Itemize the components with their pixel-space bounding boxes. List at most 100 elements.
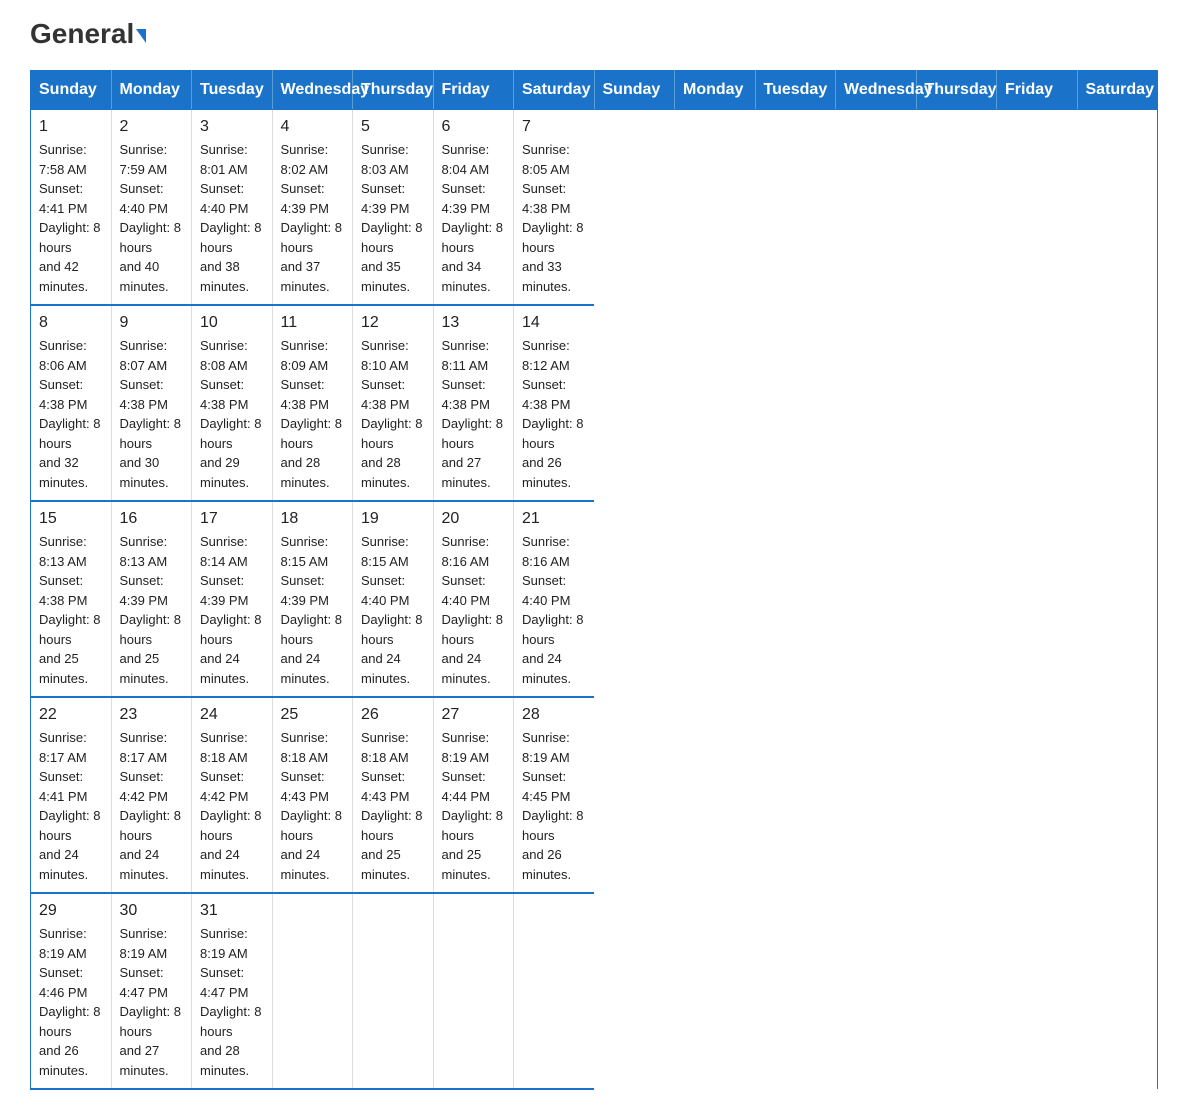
table-row: 30 Sunrise: 8:19 AMSunset: 4:47 PMDaylig…	[111, 893, 192, 1089]
day-info: Sunrise: 8:18 AMSunset: 4:43 PMDaylight:…	[361, 730, 422, 882]
table-row: 27 Sunrise: 8:19 AMSunset: 4:44 PMDaylig…	[433, 697, 514, 893]
day-info: Sunrise: 8:15 AMSunset: 4:39 PMDaylight:…	[281, 534, 342, 686]
day-info: Sunrise: 8:19 AMSunset: 4:47 PMDaylight:…	[200, 926, 261, 1078]
day-info: Sunrise: 8:12 AMSunset: 4:38 PMDaylight:…	[522, 338, 583, 490]
table-row: 20 Sunrise: 8:16 AMSunset: 4:40 PMDaylig…	[433, 501, 514, 697]
header-friday: Friday	[433, 71, 514, 110]
table-row: 2 Sunrise: 7:59 AMSunset: 4:40 PMDayligh…	[111, 110, 192, 306]
header-monday: Monday	[675, 71, 756, 110]
header-thursday: Thursday	[353, 71, 434, 110]
day-number: 12	[361, 314, 425, 332]
logo: General	[30, 20, 146, 50]
day-info: Sunrise: 8:10 AMSunset: 4:38 PMDaylight:…	[361, 338, 422, 490]
day-info: Sunrise: 8:01 AMSunset: 4:40 PMDaylight:…	[200, 142, 261, 294]
day-number: 9	[120, 314, 184, 332]
day-number: 27	[442, 706, 506, 724]
table-row	[353, 893, 434, 1089]
calendar-week-row: 15 Sunrise: 8:13 AMSunset: 4:38 PMDaylig…	[31, 501, 1158, 697]
table-row: 12 Sunrise: 8:10 AMSunset: 4:38 PMDaylig…	[353, 305, 434, 501]
day-number: 13	[442, 314, 506, 332]
table-row: 19 Sunrise: 8:15 AMSunset: 4:40 PMDaylig…	[353, 501, 434, 697]
day-number: 25	[281, 706, 345, 724]
table-row: 23 Sunrise: 8:17 AMSunset: 4:42 PMDaylig…	[111, 697, 192, 893]
day-number: 7	[522, 118, 586, 136]
day-number: 3	[200, 118, 264, 136]
header-tuesday: Tuesday	[192, 71, 273, 110]
table-row: 6 Sunrise: 8:04 AMSunset: 4:39 PMDayligh…	[433, 110, 514, 306]
table-row: 15 Sunrise: 8:13 AMSunset: 4:38 PMDaylig…	[31, 501, 112, 697]
day-info: Sunrise: 8:15 AMSunset: 4:40 PMDaylight:…	[361, 534, 422, 686]
day-number: 4	[281, 118, 345, 136]
day-info: Sunrise: 8:19 AMSunset: 4:46 PMDaylight:…	[39, 926, 100, 1078]
day-number: 23	[120, 706, 184, 724]
day-number: 16	[120, 510, 184, 528]
day-info: Sunrise: 8:04 AMSunset: 4:39 PMDaylight:…	[442, 142, 503, 294]
day-info: Sunrise: 8:11 AMSunset: 4:38 PMDaylight:…	[442, 338, 503, 490]
day-info: Sunrise: 8:08 AMSunset: 4:38 PMDaylight:…	[200, 338, 261, 490]
day-info: Sunrise: 8:06 AMSunset: 4:38 PMDaylight:…	[39, 338, 100, 490]
table-row: 13 Sunrise: 8:11 AMSunset: 4:38 PMDaylig…	[433, 305, 514, 501]
table-row: 8 Sunrise: 8:06 AMSunset: 4:38 PMDayligh…	[31, 305, 112, 501]
table-row: 7 Sunrise: 8:05 AMSunset: 4:38 PMDayligh…	[514, 110, 595, 306]
table-row: 22 Sunrise: 8:17 AMSunset: 4:41 PMDaylig…	[31, 697, 112, 893]
day-info: Sunrise: 8:17 AMSunset: 4:41 PMDaylight:…	[39, 730, 100, 882]
day-number: 26	[361, 706, 425, 724]
day-number: 31	[200, 902, 264, 920]
day-info: Sunrise: 8:18 AMSunset: 4:42 PMDaylight:…	[200, 730, 261, 882]
day-number: 24	[200, 706, 264, 724]
table-row: 17 Sunrise: 8:14 AMSunset: 4:39 PMDaylig…	[192, 501, 273, 697]
table-row: 14 Sunrise: 8:12 AMSunset: 4:38 PMDaylig…	[514, 305, 595, 501]
day-info: Sunrise: 8:03 AMSunset: 4:39 PMDaylight:…	[361, 142, 422, 294]
day-info: Sunrise: 8:16 AMSunset: 4:40 PMDaylight:…	[522, 534, 583, 686]
table-row: 29 Sunrise: 8:19 AMSunset: 4:46 PMDaylig…	[31, 893, 112, 1089]
day-number: 1	[39, 118, 103, 136]
day-number: 11	[281, 314, 345, 332]
header-sunday: Sunday	[594, 71, 675, 110]
table-row: 3 Sunrise: 8:01 AMSunset: 4:40 PMDayligh…	[192, 110, 273, 306]
header-monday: Monday	[111, 71, 192, 110]
table-row	[514, 893, 595, 1089]
table-row: 1 Sunrise: 7:58 AMSunset: 4:41 PMDayligh…	[31, 110, 112, 306]
table-row: 28 Sunrise: 8:19 AMSunset: 4:45 PMDaylig…	[514, 697, 595, 893]
calendar-week-row: 1 Sunrise: 7:58 AMSunset: 4:41 PMDayligh…	[31, 110, 1158, 306]
calendar-header-row: SundayMondayTuesdayWednesdayThursdayFrid…	[31, 71, 1158, 110]
calendar-table: SundayMondayTuesdayWednesdayThursdayFrid…	[30, 70, 1158, 1090]
day-number: 21	[522, 510, 586, 528]
day-info: Sunrise: 8:19 AMSunset: 4:44 PMDaylight:…	[442, 730, 503, 882]
day-info: Sunrise: 8:19 AMSunset: 4:47 PMDaylight:…	[120, 926, 181, 1078]
day-number: 19	[361, 510, 425, 528]
day-info: Sunrise: 8:17 AMSunset: 4:42 PMDaylight:…	[120, 730, 181, 882]
day-number: 28	[522, 706, 586, 724]
table-row: 4 Sunrise: 8:02 AMSunset: 4:39 PMDayligh…	[272, 110, 353, 306]
table-row: 9 Sunrise: 8:07 AMSunset: 4:38 PMDayligh…	[111, 305, 192, 501]
day-number: 8	[39, 314, 103, 332]
table-row: 26 Sunrise: 8:18 AMSunset: 4:43 PMDaylig…	[353, 697, 434, 893]
table-row: 21 Sunrise: 8:16 AMSunset: 4:40 PMDaylig…	[514, 501, 595, 697]
table-row: 5 Sunrise: 8:03 AMSunset: 4:39 PMDayligh…	[353, 110, 434, 306]
day-info: Sunrise: 8:19 AMSunset: 4:45 PMDaylight:…	[522, 730, 583, 882]
calendar-week-row: 29 Sunrise: 8:19 AMSunset: 4:46 PMDaylig…	[31, 893, 1158, 1089]
day-number: 10	[200, 314, 264, 332]
header-tuesday: Tuesday	[755, 71, 836, 110]
day-number: 15	[39, 510, 103, 528]
day-number: 29	[39, 902, 103, 920]
table-row	[272, 893, 353, 1089]
day-number: 6	[442, 118, 506, 136]
day-number: 22	[39, 706, 103, 724]
day-number: 30	[120, 902, 184, 920]
day-number: 20	[442, 510, 506, 528]
day-info: Sunrise: 8:16 AMSunset: 4:40 PMDaylight:…	[442, 534, 503, 686]
table-row: 11 Sunrise: 8:09 AMSunset: 4:38 PMDaylig…	[272, 305, 353, 501]
header-friday: Friday	[997, 71, 1078, 110]
day-number: 14	[522, 314, 586, 332]
day-number: 17	[200, 510, 264, 528]
table-row: 18 Sunrise: 8:15 AMSunset: 4:39 PMDaylig…	[272, 501, 353, 697]
header-thursday: Thursday	[916, 71, 997, 110]
day-number: 5	[361, 118, 425, 136]
day-info: Sunrise: 8:13 AMSunset: 4:38 PMDaylight:…	[39, 534, 100, 686]
page-header: General	[30, 20, 1158, 50]
day-number: 18	[281, 510, 345, 528]
calendar-week-row: 22 Sunrise: 8:17 AMSunset: 4:41 PMDaylig…	[31, 697, 1158, 893]
day-number: 2	[120, 118, 184, 136]
table-row: 24 Sunrise: 8:18 AMSunset: 4:42 PMDaylig…	[192, 697, 273, 893]
